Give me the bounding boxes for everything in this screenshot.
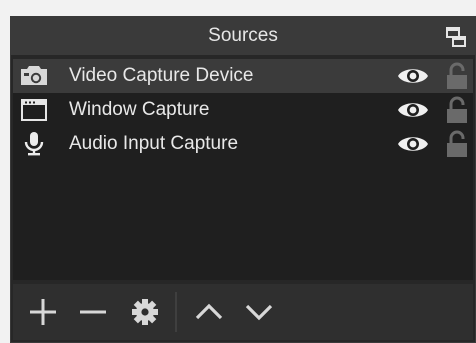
window-icon: [21, 99, 47, 121]
eye-icon[interactable]: [397, 65, 429, 87]
source-label: Video Capture Device: [69, 65, 254, 86]
add-source-button[interactable]: [23, 292, 63, 332]
source-properties-button[interactable]: [125, 292, 165, 332]
dock-title-bar: Sources: [11, 17, 475, 55]
sources-dock: Sources Video Capture Device Window Capt…: [10, 16, 476, 343]
lock-icon[interactable]: [445, 61, 469, 91]
lock-icon[interactable]: [445, 129, 469, 159]
move-source-down-button[interactable]: [239, 292, 279, 332]
source-row-audio-input-capture[interactable]: Audio Input Capture: [13, 127, 473, 161]
remove-source-button[interactable]: [73, 292, 113, 332]
move-source-up-button[interactable]: [189, 292, 229, 332]
sources-list[interactable]: Video Capture Device Window Capture Audi…: [13, 59, 473, 280]
camera-icon: [21, 66, 47, 85]
eye-icon[interactable]: [397, 133, 429, 155]
source-row-window-capture[interactable]: Window Capture: [13, 93, 473, 127]
toolbar-separator: [175, 292, 177, 332]
dock-title: Sources: [208, 25, 278, 46]
lock-icon[interactable]: [445, 95, 469, 125]
source-label: Audio Input Capture: [69, 133, 239, 154]
source-label: Window Capture: [69, 99, 210, 120]
microphone-icon: [24, 132, 44, 156]
eye-icon[interactable]: [397, 99, 429, 121]
undock-icon[interactable]: [445, 26, 467, 48]
source-row-video-capture-device[interactable]: Video Capture Device: [13, 59, 473, 93]
sources-toolbar: [13, 284, 473, 340]
